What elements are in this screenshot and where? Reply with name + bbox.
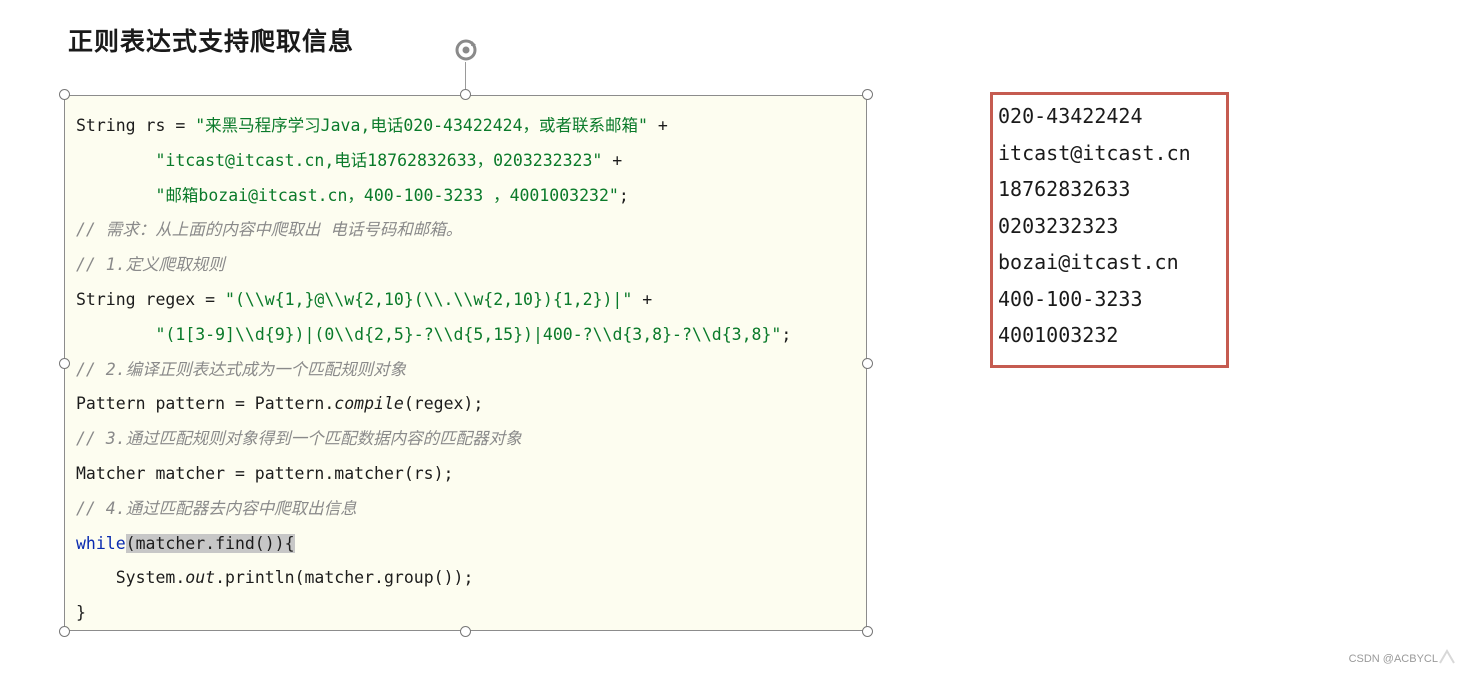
- code-token: Pattern pattern = Pattern.: [76, 394, 335, 414]
- output-line: itcast@itcast.cn: [998, 140, 1191, 165]
- code-token: String rs =: [76, 116, 196, 135]
- code-string: "来黑马程序学习Java,电话020-43422424，或者联系邮箱": [195, 116, 648, 135]
- output-line: bozai@itcast.cn: [998, 250, 1179, 274]
- output-line: 020-43422424: [998, 104, 1143, 128]
- code-line: "itcast@itcast.cn,电话18762832633，02032323…: [76, 144, 791, 179]
- code-comment: // 3.通过匹配规则对象得到一个匹配数据内容的匹配器对象: [76, 429, 522, 449]
- output-line: 4001003232: [998, 323, 1119, 347]
- code-token: System.: [76, 568, 186, 588]
- code-field: out: [185, 568, 216, 588]
- code-comment: // 需求：从上面的内容中爬取出 电话号码和邮箱。: [76, 220, 463, 240]
- resize-handle-top-left[interactable]: [59, 89, 70, 100]
- output-line: 18762832633: [998, 177, 1131, 201]
- code-method: compile: [334, 394, 404, 414]
- code-token: .println(matcher.group());: [215, 568, 474, 588]
- code-line: while(matcher.find()){: [76, 527, 791, 562]
- output-list: 020-43422424 itcast@itcast.cn 1876283263…: [998, 98, 1191, 354]
- code-line: System.out.println(matcher.group());: [76, 561, 791, 596]
- code-content[interactable]: String rs = "来黑马程序学习Java,电话020-43422424，…: [76, 109, 791, 631]
- code-selection-highlight: (matcher.find()){: [125, 533, 295, 553]
- resize-handle-top-right[interactable]: [862, 89, 873, 100]
- output-line: 0203232323: [998, 213, 1119, 238]
- code-keyword: while: [76, 533, 126, 553]
- code-string: "(1[3-9]\\d{9})|(0\\d{2,5}-?\\d{5,15})|4…: [155, 324, 782, 344]
- code-line: Pattern pattern = Pattern.compile(regex)…: [76, 387, 791, 422]
- code-token: +: [647, 116, 668, 135]
- watermark: CSDN @ACBYCL: [1348, 653, 1438, 665]
- code-token: +: [602, 150, 623, 170]
- code-token: String regex =: [76, 289, 226, 309]
- code-line: "邮箱bozai@itcast.cn，400-100-3233 ，4001003…: [76, 179, 791, 214]
- code-line: }: [76, 603, 86, 623]
- resize-handle-bottom-right[interactable]: [862, 626, 873, 637]
- code-comment: // 4.通过匹配器去内容中爬取出信息: [76, 498, 357, 518]
- code-token: +: [632, 289, 653, 309]
- code-string: "(\\w{1,}@\\w{2,10}(\\.\\w{2,10}){1,2})|…: [225, 289, 633, 309]
- code-comment: // 2.编译正则表达式成为一个匹配规则对象: [76, 359, 407, 379]
- resize-handle-middle-left[interactable]: [59, 358, 70, 369]
- corner-arrow-icon: [1439, 649, 1455, 664]
- code-token: ;: [781, 324, 792, 344]
- code-string: "itcast@itcast.cn,电话18762832633，02032323…: [155, 150, 603, 170]
- code-line: String rs = "来黑马程序学习Java,电话020-43422424，…: [76, 109, 791, 144]
- slide-title: 正则表达式支持爬取信息: [68, 27, 355, 56]
- code-token: ;: [618, 185, 629, 205]
- rotate-icon[interactable]: [452, 36, 480, 64]
- code-line: String regex = "(\\w{1,}@\\w{2,10}(\\.\\…: [76, 283, 791, 318]
- code-comment: // 1.定义爬取规则: [76, 255, 225, 275]
- resize-handle-top-center[interactable]: [460, 89, 471, 100]
- slide-canvas: 正则表达式支持爬取信息 String rs = "来黑马程序学习Java,电话0…: [0, 0, 1464, 673]
- code-token: (regex);: [403, 394, 484, 414]
- code-line: Matcher matcher = pattern.matcher(rs);: [76, 463, 454, 483]
- output-line: 400-100-3233: [998, 286, 1143, 311]
- resize-handle-middle-right[interactable]: [862, 358, 873, 369]
- resize-handle-bottom-left[interactable]: [59, 626, 70, 637]
- code-string: "邮箱bozai@itcast.cn，400-100-3233 ，4001003…: [155, 185, 619, 205]
- code-line: "(1[3-9]\\d{9})|(0\\d{2,5}-?\\d{5,15})|4…: [76, 318, 791, 353]
